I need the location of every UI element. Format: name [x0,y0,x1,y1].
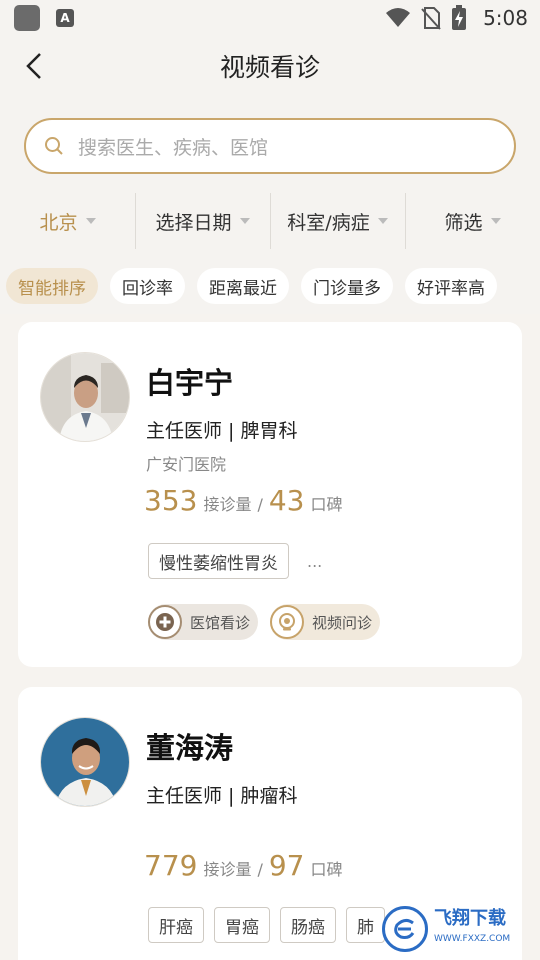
doctor-tags: 肝癌 胃癌 肠癌 肺 [148,907,385,943]
caret-down-icon [239,218,250,224]
filter-more[interactable]: 筛选 [405,191,540,251]
filter-city-label: 北京 [39,211,78,234]
sort-return-rate[interactable]: 回诊率 [110,268,185,304]
doctor-services: 医馆看诊 视频问诊 [148,604,381,640]
battery-charging-icon [452,5,467,30]
stats-divider: / [257,860,263,879]
sort-nearest[interactable]: 距离最近 [197,268,289,304]
doctor-list: 白宇宁 主任医师 | 脾胃科 广安门医院 353 接诊量 / 43 口碑 慢性萎… [0,314,540,960]
disease-tag[interactable]: 肺 [346,907,385,943]
a-notification-icon: A [56,9,74,27]
doctor-title: 主任医师 | 肿瘤科 [146,785,298,807]
watermark-url: WWW.FXXZ.COM [434,934,511,944]
status-bar: A 5:08 [0,0,540,36]
sort-most-visits[interactable]: 门诊量多 [301,268,393,304]
disease-tag[interactable]: 肠癌 [280,907,336,943]
sort-smart[interactable]: 智能排序 [6,268,98,304]
consult-count: 779 [144,849,198,882]
doctor-stats: 779 接诊量 / 97 口碑 [144,849,343,882]
watermark-text: 飞翔下载 [434,908,506,929]
video-consult-badge[interactable]: 视频问诊 [270,604,381,640]
wifi-icon [386,8,411,27]
filter-date-label: 选择日期 [155,211,232,234]
more-tags: ... [307,551,323,571]
doctor-avatar [40,717,130,807]
reputation-label: 口碑 [310,860,343,879]
no-sim-icon [421,7,441,30]
clinic-cross-icon [148,605,182,639]
filter-department[interactable]: 科室/病症 [270,191,405,251]
doctor-avatar [40,352,130,442]
filter-city[interactable]: 北京 [0,191,135,251]
doctor-title: 主任医师 | 脾胃科 [146,420,298,442]
search-placeholder: 搜索医生、疾病、医馆 [78,136,269,159]
filter-date[interactable]: 选择日期 [135,191,270,251]
clinic-visit-label: 医馆看诊 [190,613,251,632]
filter-bar: 北京 选择日期 科室/病症 筛选 [0,184,540,258]
stats-divider: / [257,495,263,514]
sort-bar: 智能排序 回诊率 距离最近 门诊量多 好评率高 [0,258,540,314]
sort-top-rated[interactable]: 好评率高 [405,268,497,304]
webcam-icon [270,605,305,639]
consult-count: 353 [144,484,198,517]
clinic-visit-badge[interactable]: 医馆看诊 [148,604,259,640]
app-notification-icon [14,5,40,31]
reputation-label: 口碑 [310,495,343,514]
caret-down-icon [85,218,96,224]
disease-tag[interactable]: 肝癌 [148,907,204,943]
doctor-name: 白宇宁 [146,366,234,400]
doctor-name: 董海涛 [146,731,234,765]
consult-label: 接诊量 [203,860,252,879]
doctor-card[interactable]: 白宇宁 主任医师 | 脾胃科 广安门医院 353 接诊量 / 43 口碑 慢性萎… [18,322,522,667]
header: 视频看诊 [0,36,540,96]
watermark-e-icon [382,906,428,952]
doctor-tags: 慢性萎缩性胃炎 ... [148,543,322,579]
disease-tag[interactable]: 慢性萎缩性胃炎 [148,543,289,579]
disease-tag[interactable]: 胃癌 [214,907,270,943]
filter-more-label: 筛选 [444,211,483,234]
page-title: 视频看诊 [219,53,320,82]
doctor-hospital: 广安门医院 [146,455,227,474]
video-consult-label: 视频问诊 [312,613,373,632]
reputation-count: 97 [268,849,305,882]
clock: 5:08 [483,6,528,30]
search-icon [45,137,63,155]
doctor-stats: 353 接诊量 / 43 口碑 [144,484,343,517]
search-input[interactable]: 搜索医生、疾病、医馆 [24,118,516,174]
caret-down-icon [490,218,501,224]
reputation-count: 43 [268,484,305,517]
filter-department-label: 科室/病症 [287,211,370,234]
consult-label: 接诊量 [203,495,252,514]
watermark-logo: 飞翔下载 WWW.FXXZ.COM [382,906,532,952]
caret-down-icon [377,218,388,224]
